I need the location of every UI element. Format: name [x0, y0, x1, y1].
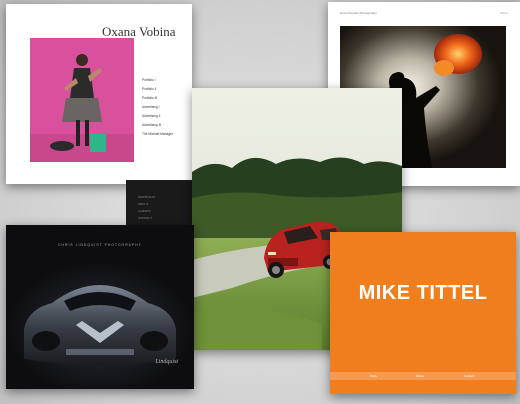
panel-line: PORTFOLIO — [138, 195, 156, 199]
panel-line: CLIENTS — [138, 209, 151, 213]
oxana-website-thumbnail[interactable]: Oxana Vobina PHOTOGRAPHY Portfolio I Por… — [6, 4, 192, 184]
menu-item[interactable]: Portfolio II — [142, 85, 173, 94]
nav-item[interactable]: Contact — [464, 374, 474, 378]
menu-item[interactable]: Advertising III — [142, 121, 173, 130]
site-header-menu[interactable]: Menu — [500, 11, 508, 15]
menu-item[interactable]: Advertising I — [142, 103, 173, 112]
menu-item[interactable]: Portfolio III — [142, 94, 173, 103]
site-menu: Portfolio I Portfolio II Portfolio III A… — [142, 76, 173, 139]
nav-item[interactable]: Work — [370, 374, 377, 378]
menu-item[interactable]: Advertising II — [142, 112, 173, 121]
menu-item[interactable]: Portfolio I — [142, 76, 173, 85]
panel-text: PORTFOLIO ABOUT CLIENTS CONTACT — [138, 194, 155, 222]
site-header-text: Devin Ruetlan Photography — [340, 11, 377, 15]
panel-line: ABOUT — [138, 202, 149, 206]
nav-item[interactable]: About — [416, 374, 424, 378]
panel-line: CONTACT — [138, 216, 153, 220]
signature: Lindquist — [155, 359, 178, 365]
site-title: MIKE TITTEL — [358, 282, 488, 304]
menu-item[interactable]: The Michael Manager — [142, 130, 173, 139]
fashion-photo — [30, 38, 134, 162]
nav-bar: Work About Contact — [330, 372, 516, 380]
corvette-website-thumbnail[interactable]: CHRIS LINDQUIST PHOTOGRAPHY Lindquist — [6, 225, 194, 389]
mike-tittel-website-thumbnail[interactable]: MIKE TITTEL Work About Contact — [330, 232, 516, 394]
